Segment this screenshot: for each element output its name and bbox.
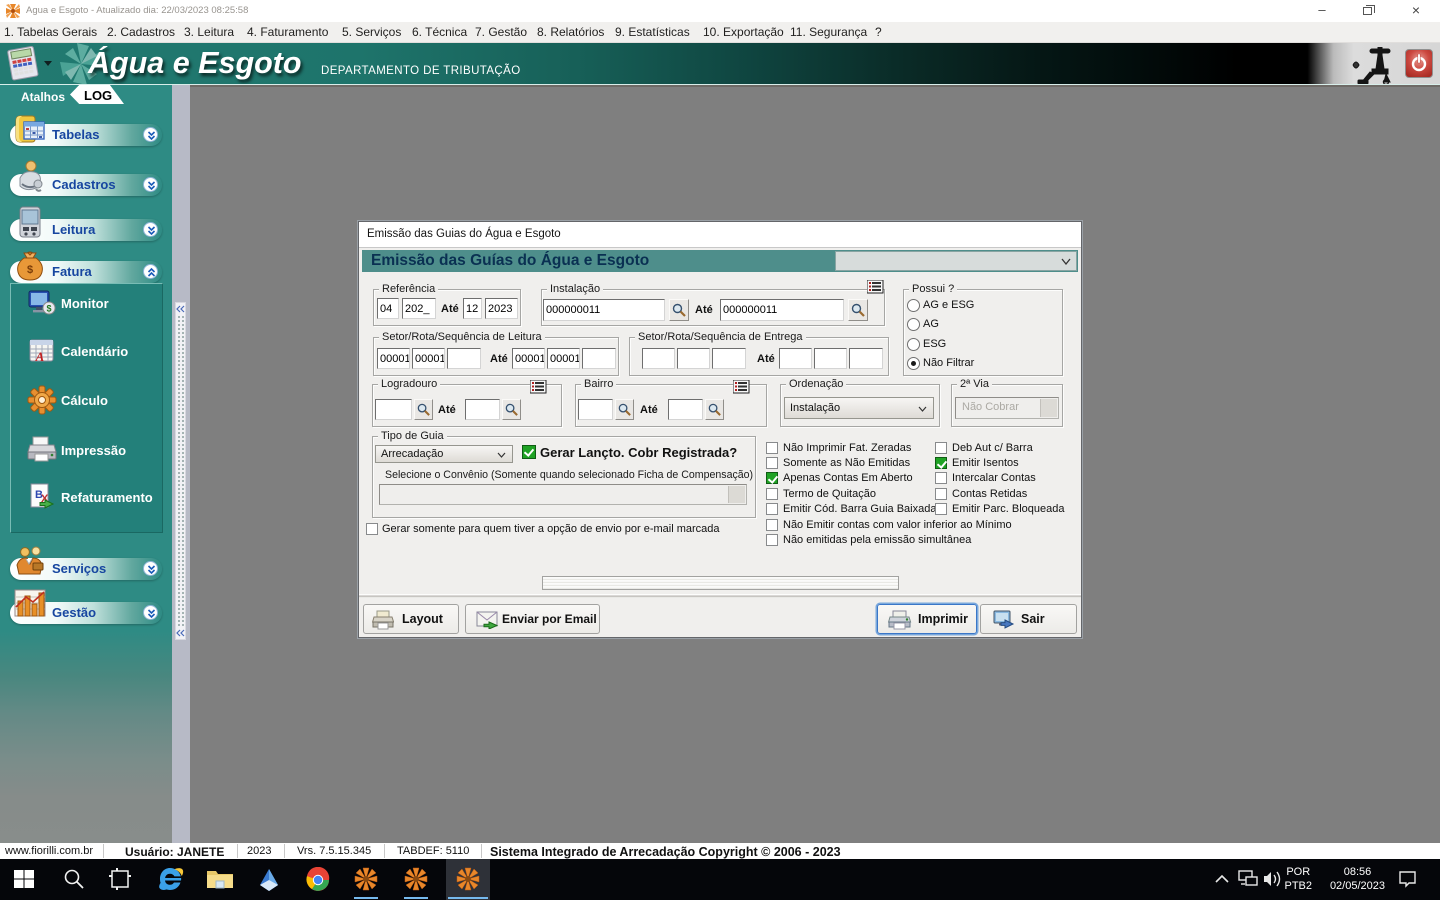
- svg-text:$: $: [46, 304, 51, 314]
- svg-text:A: A: [35, 349, 45, 364]
- svg-text:$: $: [27, 264, 33, 276]
